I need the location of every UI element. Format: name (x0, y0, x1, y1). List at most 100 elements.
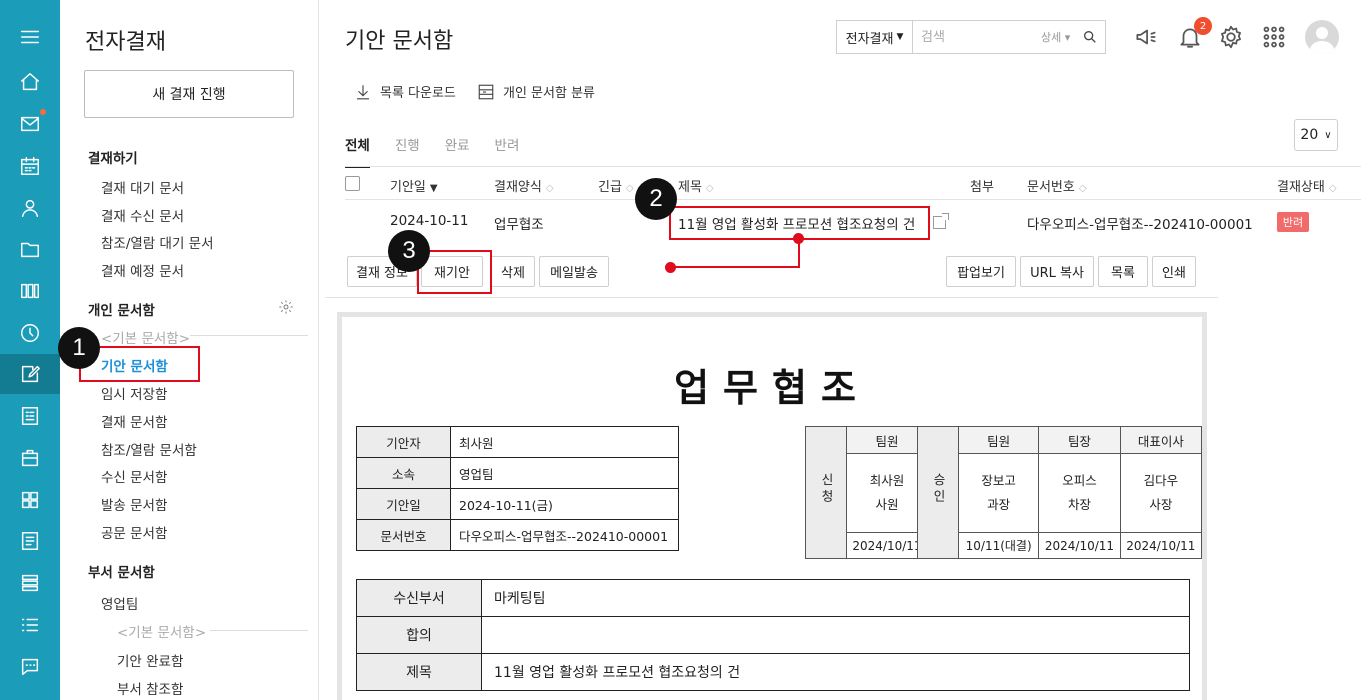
calendar-icon[interactable] (0, 146, 60, 186)
megaphone-icon[interactable] (1133, 24, 1159, 50)
connector-dot (665, 262, 676, 273)
page-title: 기안 문서함 (345, 29, 454, 54)
col-date-label: 기안일 (390, 180, 426, 195)
menu-inbox[interactable]: 수신 문서함 (101, 466, 167, 486)
col-status[interactable]: 결재상태 ◇ (1277, 176, 1337, 195)
clock-icon[interactable] (0, 313, 60, 353)
download-list-button[interactable]: 목록 다운로드 (354, 82, 456, 101)
menu-pending-docs[interactable]: 결재 대기 문서 (101, 177, 184, 197)
bag-icon[interactable] (0, 438, 60, 478)
row-form: 업무협조 (494, 217, 544, 233)
tab-rejected[interactable]: 반려 (495, 134, 520, 168)
col-date[interactable]: 기안일 ▼ (390, 176, 438, 195)
print-button[interactable]: 인쇄 (1152, 256, 1196, 287)
approval-side-label: 승인 (917, 426, 959, 559)
todo-icon[interactable] (0, 605, 60, 645)
row-title-link[interactable]: 11월 영업 활성화 프로모션 협조요청의 건 (678, 213, 915, 233)
menu-team[interactable]: 영업팀 (101, 593, 138, 613)
menu-ref-box[interactable]: 참조/열람 문서함 (101, 439, 197, 459)
menu-temp-saved[interactable]: 임시 저장함 (101, 383, 167, 403)
gear-icon[interactable] (278, 299, 294, 315)
col-docno[interactable]: 문서번호 ◇ (1027, 176, 1087, 195)
popup-icon[interactable] (933, 213, 949, 229)
menu-sent-box[interactable]: 발송 문서함 (101, 494, 167, 514)
menu-dept-ref[interactable]: 부서 참조함 (117, 678, 183, 698)
divider (325, 297, 1218, 298)
menu-approval-box[interactable]: 결재 문서함 (101, 411, 167, 431)
info-key: 기안자 (356, 426, 451, 458)
mail-icon[interactable] (0, 104, 60, 144)
survey-icon[interactable] (0, 521, 60, 561)
redraft-button[interactable]: 재기안 (421, 256, 483, 287)
report-icon[interactable] (0, 396, 60, 436)
menu-ref-pending-docs[interactable]: 참조/열람 대기 문서 (101, 232, 214, 252)
document-title: 업무협조 (674, 366, 870, 410)
section-approve[interactable]: 결재하기 (88, 147, 138, 167)
home-icon[interactable] (0, 62, 60, 102)
notification-badge: 2 (1194, 17, 1212, 35)
copy-url-button[interactable]: URL 복사 (1020, 256, 1094, 287)
apps-icon[interactable] (0, 480, 60, 520)
menu-scheduled-docs[interactable]: 결재 예정 문서 (101, 260, 184, 280)
info-value: 영업팀 (450, 457, 679, 489)
select-all-checkbox[interactable] (345, 176, 360, 191)
contacts-icon[interactable] (0, 188, 60, 228)
app-grid-icon[interactable] (1261, 24, 1287, 50)
search-detail-label: 상세 (1041, 31, 1062, 44)
section-personal[interactable]: 개인 문서함 (88, 299, 155, 319)
col-form[interactable]: 결재양식 ◇ (494, 176, 554, 195)
col-urgent[interactable]: 긴급 ◇ (598, 176, 634, 195)
popup-view-button[interactable]: 팝업보기 (946, 256, 1016, 287)
search-input[interactable] (921, 29, 1039, 45)
avatar[interactable] (1305, 20, 1339, 54)
sort-desc-icon: ▼ (429, 183, 438, 194)
divider (345, 199, 1361, 200)
page-size-select[interactable]: 20 ∨ (1294, 119, 1338, 151)
app-title: 전자결재 (85, 30, 166, 55)
search-scope-label: 전자결재 (845, 31, 894, 47)
search-detail-toggle[interactable]: 상세 ▾ (1041, 29, 1070, 45)
apply-side-label: 신청 (805, 426, 847, 559)
tab-progress[interactable]: 진행 (395, 134, 420, 168)
apply-head: 팀원 (846, 426, 928, 454)
settings-gear-icon[interactable] (1218, 24, 1244, 50)
body-key: 제목 (356, 653, 482, 691)
sort-icon: ◇ (1078, 183, 1087, 194)
list-button[interactable]: 목록 (1098, 256, 1148, 287)
status-tabs: 전체 진행 완료 반려 (345, 134, 519, 168)
step-marker-1: 1 (58, 327, 100, 369)
col-title[interactable]: 제목 ◇ (678, 176, 714, 195)
col-title-label: 제목 (678, 180, 702, 195)
folder-icon[interactable] (0, 229, 60, 269)
menu-icon[interactable] (0, 17, 60, 57)
signer-position: 사장 (1149, 497, 1173, 512)
tab-divider (345, 166, 1361, 167)
list-icon[interactable] (0, 563, 60, 603)
new-approval-button[interactable]: 새 결재 진행 (84, 70, 294, 118)
search-icon[interactable] (1082, 29, 1098, 45)
delete-button[interactable]: 삭제 (491, 256, 535, 287)
search-scope-select[interactable]: 전자결재 ▼ (837, 21, 913, 53)
menu-received-docs[interactable]: 결재 수신 문서 (101, 205, 184, 225)
send-mail-button[interactable]: 메일발송 (539, 256, 609, 287)
chat-icon[interactable] (0, 647, 60, 687)
approver-head: 팀원 (957, 426, 1040, 454)
download-label: 목록 다운로드 (380, 86, 456, 101)
menu-draft-complete[interactable]: 기안 완료함 (117, 650, 183, 670)
main-content: 기안 문서함 전자결재 ▼ 상세 ▾ 2 목록 다운로드 개인 문서함 분류 전… (320, 0, 1361, 700)
approval-icon[interactable] (0, 354, 60, 394)
body-value: 11월 영업 활성화 프로모션 협조요청의 건 (481, 653, 1190, 691)
menu-official-box[interactable]: 공문 문서함 (101, 522, 167, 542)
classify-button[interactable]: 개인 문서함 분류 (477, 82, 595, 101)
connector-line (670, 266, 800, 268)
tab-all[interactable]: 전체 (345, 134, 370, 168)
search-bar: 전자결재 ▼ 상세 ▾ (836, 20, 1106, 54)
section-dept[interactable]: 부서 문서함 (88, 561, 155, 581)
menu-draft-box[interactable]: 기안 문서함 (101, 355, 168, 375)
board-icon[interactable] (0, 271, 60, 311)
tab-complete[interactable]: 완료 (445, 134, 470, 168)
info-value: 다우오피스-업무협조--202410-00001 (450, 519, 679, 551)
body-value (481, 616, 1190, 654)
approver-head: 대표이사 (1119, 426, 1203, 454)
col-urgent-label: 긴급 (598, 180, 622, 195)
